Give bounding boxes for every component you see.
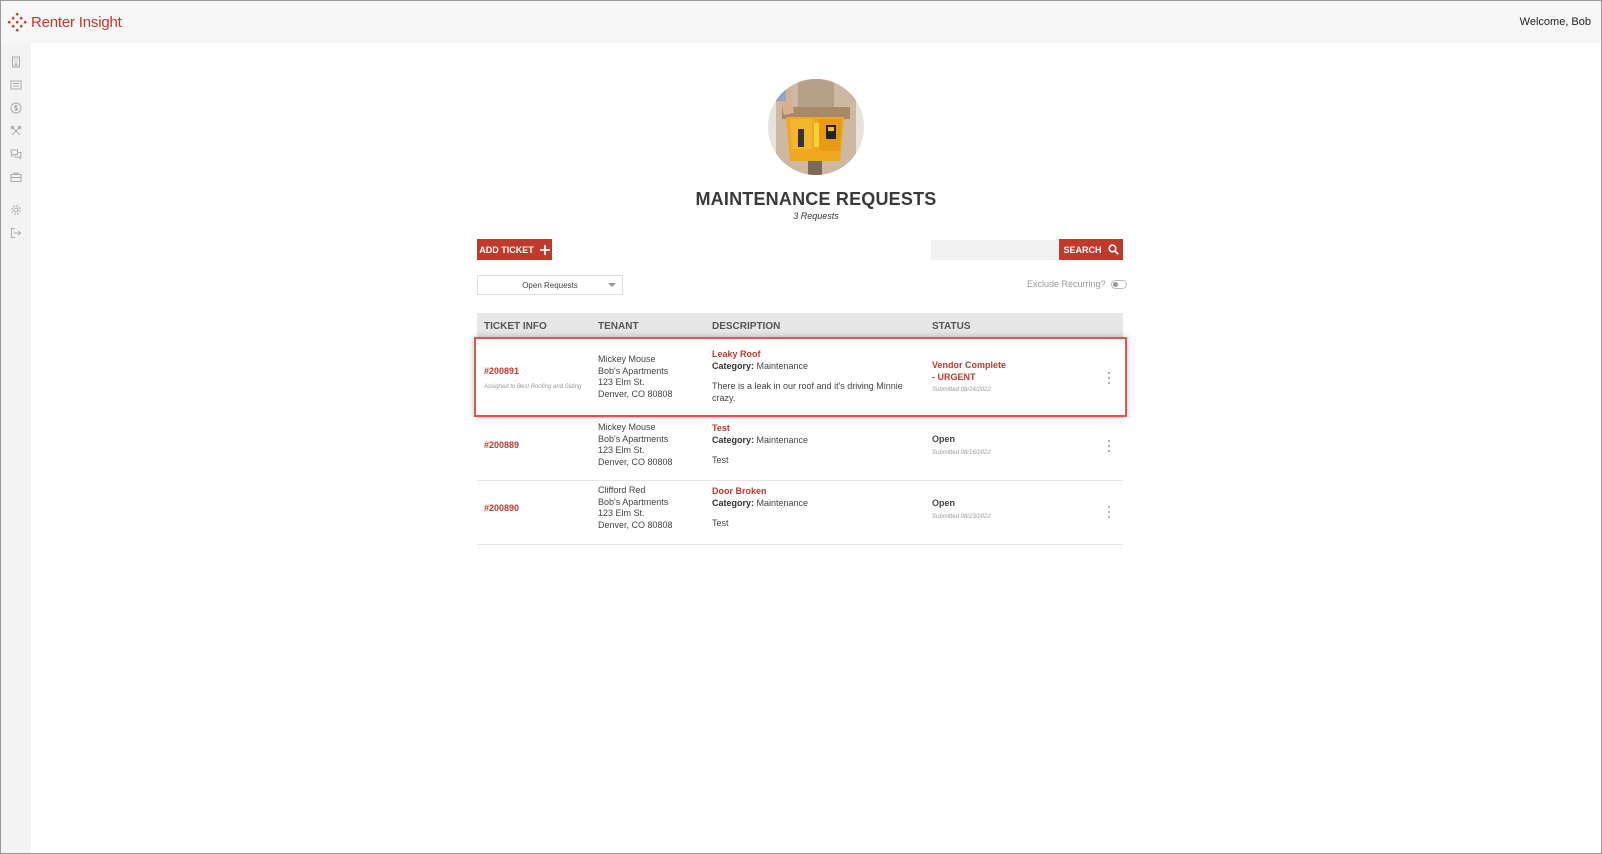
add-ticket-button[interactable]: ADD TICKET [477, 239, 552, 260]
request-filter-select[interactable]: Open Requests [477, 275, 623, 295]
chat-icon[interactable] [9, 147, 23, 161]
ticket-number-link[interactable]: #200891 [484, 366, 581, 378]
tenant-city: Denver, CO 80808 [598, 388, 673, 399]
main-content: MAINTENANCE REQUESTS 3 Requests ADD TICK… [31, 43, 1601, 853]
tenant-cell: Mickey Mouse Bob's Apartments 123 Elm St… [598, 422, 673, 468]
status-text: Open [932, 498, 956, 508]
chevron-down-icon [608, 283, 616, 287]
exclude-recurring: Exclude Recurring? [1027, 279, 1127, 289]
gear-icon[interactable] [9, 203, 23, 217]
submitted-date: Submitted 08/24/2022 [932, 387, 991, 393]
tenant-street: 123 Elm St. [598, 445, 645, 455]
plus-icon [539, 244, 550, 255]
table-header: TICKET INFO TENANT DESCRIPTION STATUS [477, 313, 1123, 338]
ticket-info-cell: #200890 [484, 503, 519, 515]
description-cell: Leaky Roof Category: Maintenance There i… [712, 349, 912, 404]
table-row[interactable]: #200890 Clifford Red Bob's Apartments 12… [477, 481, 1123, 545]
tenant-cell: Mickey Mouse Bob's Apartments 123 Elm St… [598, 354, 673, 400]
description-cell: Door Broken Category: Maintenance Test [712, 486, 912, 530]
tools-icon[interactable] [9, 124, 23, 138]
table-row[interactable]: #200889 Mickey Mouse Bob's Apartments 12… [477, 418, 1123, 481]
logout-icon[interactable] [9, 226, 23, 240]
tenant-cell: Clifford Red Bob's Apartments 123 Elm St… [598, 485, 673, 531]
ticket-number-link[interactable]: #200889 [484, 440, 519, 452]
header-description: DESCRIPTION [712, 321, 781, 332]
request-filter-value: Open Requests [522, 280, 578, 290]
maintenance-table: TICKET INFO TENANT DESCRIPTION STATUS #2… [477, 313, 1123, 545]
category-label: Category: [712, 497, 755, 508]
row-menu-icon[interactable] [1107, 506, 1111, 518]
tenant-street: 123 Elm St. [598, 508, 645, 518]
submitted-date: Submitted 08/16/2022 [932, 449, 991, 456]
assigned-vendor: Assigned to Best Roofing and Siding [484, 383, 582, 390]
description-text: Test [712, 455, 729, 465]
request-title-link[interactable]: Door Broken [712, 486, 912, 498]
tenant-street: 123 Elm St. [598, 377, 645, 387]
dollar-icon[interactable] [9, 101, 23, 115]
category-value: Maintenance [756, 434, 809, 445]
add-ticket-label: ADD TICKET [479, 244, 534, 255]
status-cell: Open Submitted 08/23/2022 [932, 498, 991, 523]
header-status: STATUS [932, 321, 971, 332]
description-cell: Test Category: Maintenance Test [712, 423, 912, 467]
header-ticket-info: TICKET INFO [484, 321, 547, 332]
status-urgent: - URGENT [932, 371, 976, 382]
status-cell: Vendor Complete - URGENT Submitted 08/24… [932, 360, 1006, 397]
ticket-number-link[interactable]: #200890 [484, 503, 519, 515]
logo[interactable]: Renter Insight [7, 12, 122, 32]
exclude-recurring-label: Exclude Recurring? [1027, 279, 1106, 289]
building-icon[interactable] [9, 55, 23, 69]
tenant-property: Bob's Apartments [598, 433, 669, 444]
logo-text: Renter Insight [31, 13, 122, 31]
tenant-city: Denver, CO 80808 [598, 456, 673, 467]
exclude-recurring-toggle[interactable] [1110, 279, 1127, 289]
search-input[interactable] [931, 240, 1059, 260]
tenant-name: Clifford Red [598, 485, 646, 495]
sidebar [1, 43, 31, 853]
tenant-property: Bob's Apartments [598, 365, 669, 376]
category-value: Maintenance [756, 497, 809, 508]
ticket-info-cell: #200891 Assigned to Best Roofing and Sid… [484, 366, 581, 393]
header-tenant: TENANT [598, 321, 639, 332]
category-label: Category: [712, 434, 755, 445]
request-title-link[interactable]: Leaky Roof [712, 349, 912, 361]
search-label: SEARCH [1063, 244, 1102, 255]
welcome-text: Welcome, Bob [1519, 16, 1591, 28]
ticket-info-cell: #200889 [484, 440, 519, 452]
search-icon [1107, 244, 1119, 255]
category-value: Maintenance [756, 360, 809, 371]
top-bar: Renter Insight Welcome, Bob [1, 1, 1601, 43]
row-menu-icon[interactable] [1107, 440, 1111, 452]
list-icon[interactable] [9, 78, 23, 92]
tenant-name: Mickey Mouse [598, 422, 656, 432]
briefcase-icon[interactable] [9, 170, 23, 184]
page-title: MAINTENANCE REQUESTS [695, 189, 937, 209]
description-text: Test [712, 518, 729, 528]
row-menu-icon[interactable] [1107, 372, 1111, 384]
submitted-date: Submitted 08/23/2022 [932, 513, 991, 520]
tenant-city: Denver, CO 80808 [598, 519, 673, 530]
status-text: Vendor Complete [932, 360, 1007, 370]
logo-icon [7, 12, 27, 32]
description-text: There is a leak in our roof and it's dri… [712, 381, 903, 403]
maintenance-worker-image [768, 79, 864, 175]
request-count: 3 Requests [793, 211, 839, 221]
table-row[interactable]: #200891 Assigned to Best Roofing and Sid… [477, 338, 1123, 418]
search-button[interactable]: SEARCH [1059, 239, 1123, 260]
tenant-property: Bob's Apartments [598, 496, 669, 507]
status-text: Open [932, 434, 956, 444]
status-cell: Open Submitted 08/16/2022 [932, 434, 991, 459]
request-title-link[interactable]: Test [712, 423, 912, 435]
category-label: Category: [712, 360, 755, 371]
tenant-name: Mickey Mouse [598, 354, 656, 364]
